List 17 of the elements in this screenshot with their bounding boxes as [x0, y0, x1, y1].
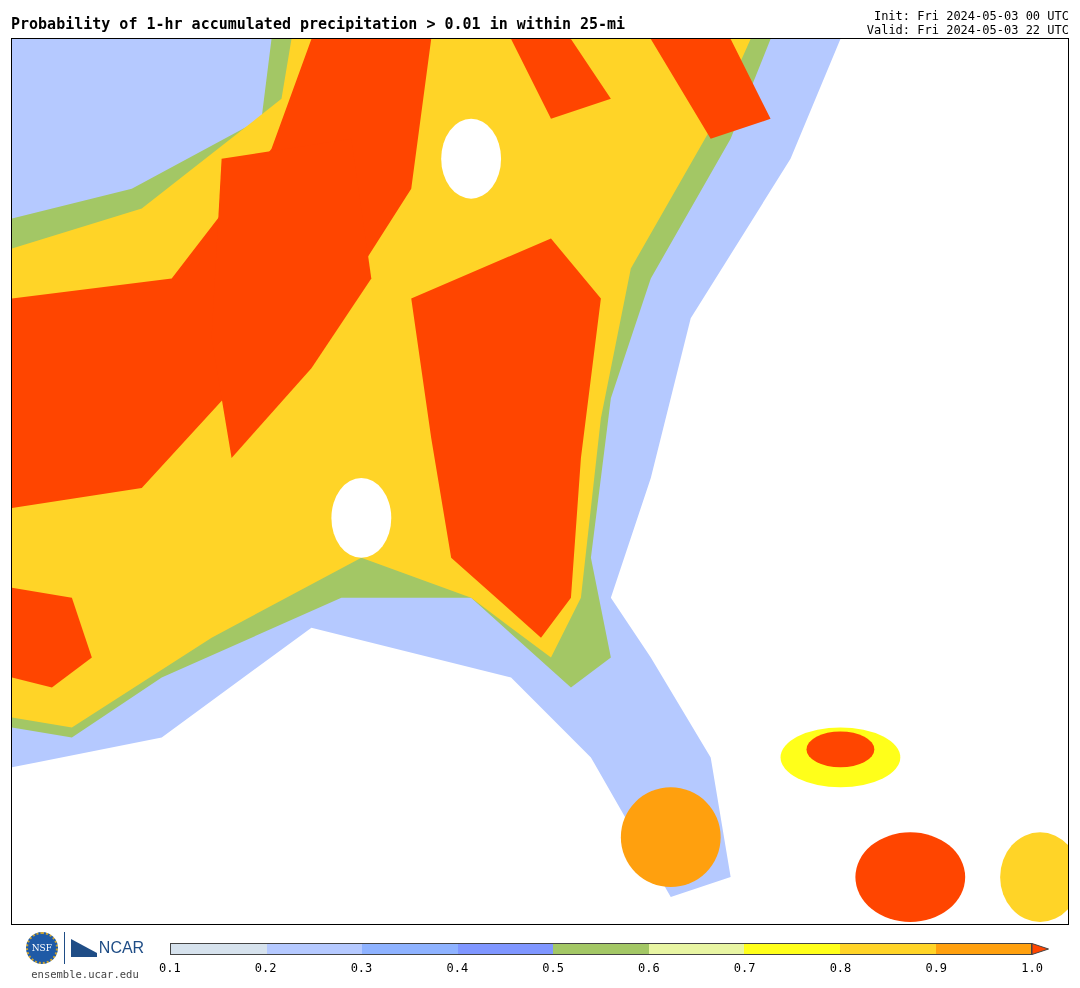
tick-label: 0.9 — [925, 961, 948, 975]
tick-label: 0.5 — [542, 961, 564, 975]
tick-label: 0.7 — [733, 961, 756, 975]
tick-label: 0.4 — [446, 961, 469, 975]
chart-title: Probability of 1-hr accumulated precipitation > 0.01 in within 25-mi — [11, 15, 626, 35]
website-url: ensemble.ucar.edu — [31, 968, 139, 980]
init-time: Init: Fri 2024-05-03 00 UTC — [873, 9, 1069, 23]
tick-label: 0.6 — [638, 961, 660, 975]
wedge-icon — [70, 939, 97, 957]
ncar-logo: NCAR — [70, 939, 145, 957]
tick-label: 0.8 — [829, 961, 852, 975]
nsf-logo: NSF — [25, 932, 58, 964]
tick-label: 1.0 — [1021, 961, 1043, 975]
tick-label: 0.3 — [350, 961, 373, 975]
tick-label: 0.1 — [159, 961, 181, 975]
tick-label: 0.2 — [254, 961, 277, 975]
valid-time: Valid: Fri 2024-05-03 22 UTC — [866, 23, 1069, 37]
